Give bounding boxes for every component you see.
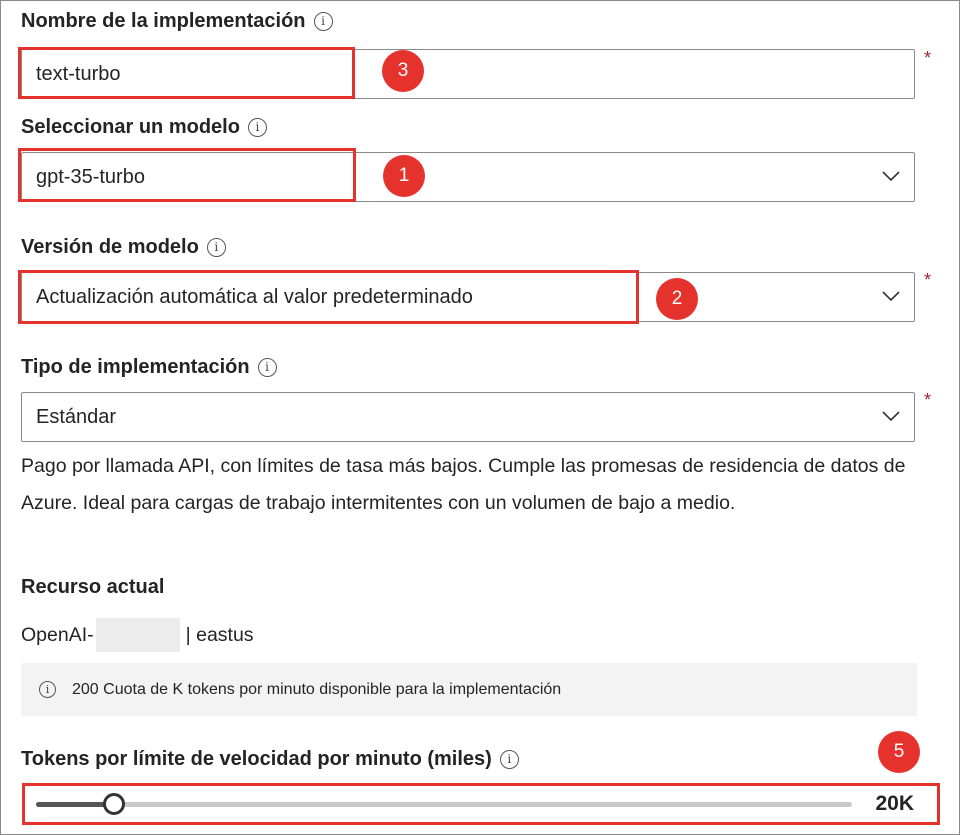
model-version-label-text: Versión de modelo <box>21 236 199 258</box>
chevron-down-icon <box>882 411 900 421</box>
deployment-name-label-text: Nombre de la implementación <box>21 10 306 32</box>
deployment-type-description: Pago por llamada API, con límites de tas… <box>21 455 906 514</box>
deployment-type-value: Estándar <box>36 405 117 428</box>
info-icon: i <box>39 681 56 698</box>
required-indicator: * <box>924 390 932 410</box>
info-icon[interactable]: i <box>313 12 333 31</box>
model-version-label: Versión de modelo i <box>21 236 226 259</box>
annotation-badge-1: 1 <box>383 155 425 197</box>
chevron-down-icon <box>882 171 900 181</box>
info-icon[interactable]: i <box>257 358 277 377</box>
annotation-box-model <box>18 148 356 202</box>
deployment-type-label-text: Tipo de implementación <box>21 356 250 378</box>
current-resource-label: Recurso actual <box>21 576 165 598</box>
resource-prefix: OpenAI- <box>21 623 94 646</box>
deployment-type-label: Tipo de implementación i <box>21 356 277 379</box>
resource-suffix: | eastus <box>185 623 254 646</box>
current-resource-value: OpenAI- | eastus <box>21 618 254 652</box>
chevron-down-icon <box>882 291 900 301</box>
deployment-type-select[interactable]: Estándar <box>21 392 915 442</box>
annotation-badge-2: 2 <box>656 278 698 320</box>
quota-info-text: 200 Cuota de K tokens por minuto disponi… <box>72 680 562 698</box>
quota-info-bar: i 200 Cuota de K tokens por minuto dispo… <box>21 663 917 716</box>
annotation-box-rate-limit <box>22 783 940 825</box>
info-icon[interactable]: i <box>247 118 267 137</box>
rate-limit-label: Tokens por límite de velocidad por minut… <box>21 748 519 771</box>
annotation-badge-3: 3 <box>382 50 424 92</box>
required-indicator: * <box>924 48 932 68</box>
model-label-text: Seleccionar un modelo <box>21 116 240 138</box>
deployment-name-label: Nombre de la implementación i <box>21 10 333 33</box>
info-icon[interactable]: i <box>206 238 226 257</box>
info-icon[interactable]: i <box>499 750 519 769</box>
redacted-resource-name <box>95 618 180 652</box>
rate-limit-label-text: Tokens por límite de velocidad por minut… <box>21 748 492 770</box>
annotation-badge-5: 5 <box>878 731 920 773</box>
required-indicator: * <box>924 270 932 290</box>
model-label: Seleccionar un modelo i <box>21 116 267 139</box>
annotation-box-model-version <box>18 270 639 324</box>
annotation-box-deployment-name <box>18 47 355 99</box>
